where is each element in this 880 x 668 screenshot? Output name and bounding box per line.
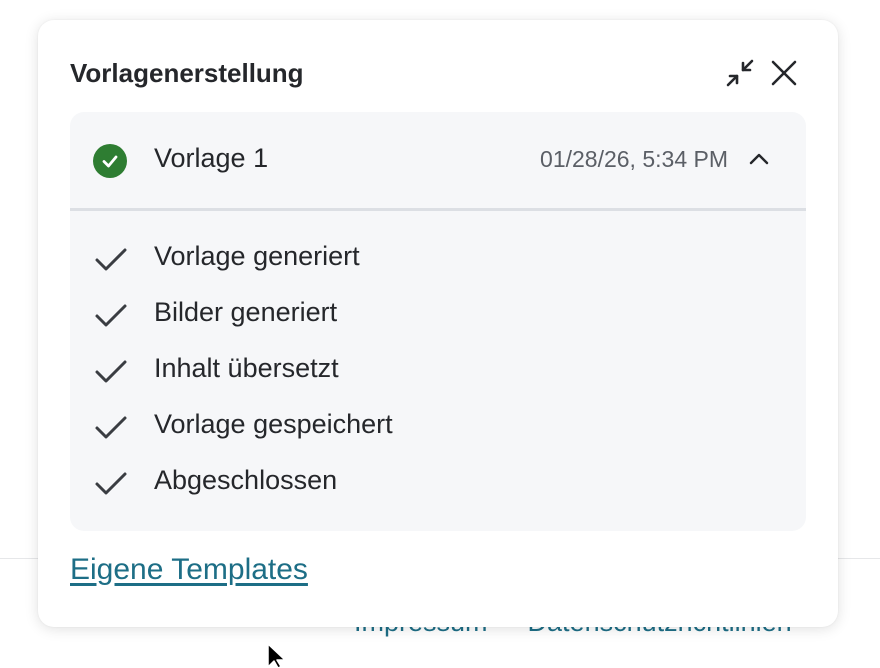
step-label: Vorlage generiert <box>154 241 360 271</box>
check-icon <box>95 304 127 327</box>
mouse-cursor-icon <box>267 643 286 668</box>
check-icon <box>95 416 127 439</box>
panel-title: Vorlagenerstellung <box>70 58 304 88</box>
step-item: Vorlage gespeichert <box>70 406 806 462</box>
chevron-up-icon[interactable] <box>748 148 770 170</box>
check-icon <box>95 360 127 383</box>
step-item: Bilder generiert <box>70 294 806 350</box>
template-creation-panel: Vorlagenerstellung Vorlage 1 01/28/26, 5… <box>38 20 838 627</box>
success-check-icon <box>93 144 127 178</box>
close-button[interactable] <box>768 57 800 89</box>
job-card: Vorlage 1 01/28/26, 5:34 PM Vorlage gene… <box>70 112 806 531</box>
step-label: Bilder generiert <box>154 297 338 327</box>
job-name: Vorlage 1 <box>154 143 269 173</box>
close-icon <box>771 60 797 86</box>
step-list: Vorlage generiert Bilder generiert Inhal… <box>70 238 806 518</box>
job-header[interactable]: Vorlage 1 01/28/26, 5:34 PM <box>70 112 806 208</box>
step-item: Vorlage generiert <box>70 238 806 294</box>
own-templates-link[interactable]: Eigene Templates <box>70 553 308 587</box>
check-icon <box>95 472 127 495</box>
step-item: Inhalt übersetzt <box>70 350 806 406</box>
job-timestamp: 01/28/26, 5:34 PM <box>540 146 728 172</box>
step-item: Abgeschlossen <box>70 462 806 518</box>
job-header-divider <box>70 208 806 211</box>
collapse-button[interactable] <box>724 57 756 89</box>
check-icon <box>95 248 127 271</box>
step-label: Inhalt übersetzt <box>154 353 339 383</box>
step-label: Vorlage gespeichert <box>154 409 393 439</box>
step-label: Abgeschlossen <box>154 465 338 495</box>
collapse-arrows-icon <box>726 59 754 87</box>
page: Impressum Datenschutzrichtlinien Vorlage… <box>0 0 880 668</box>
